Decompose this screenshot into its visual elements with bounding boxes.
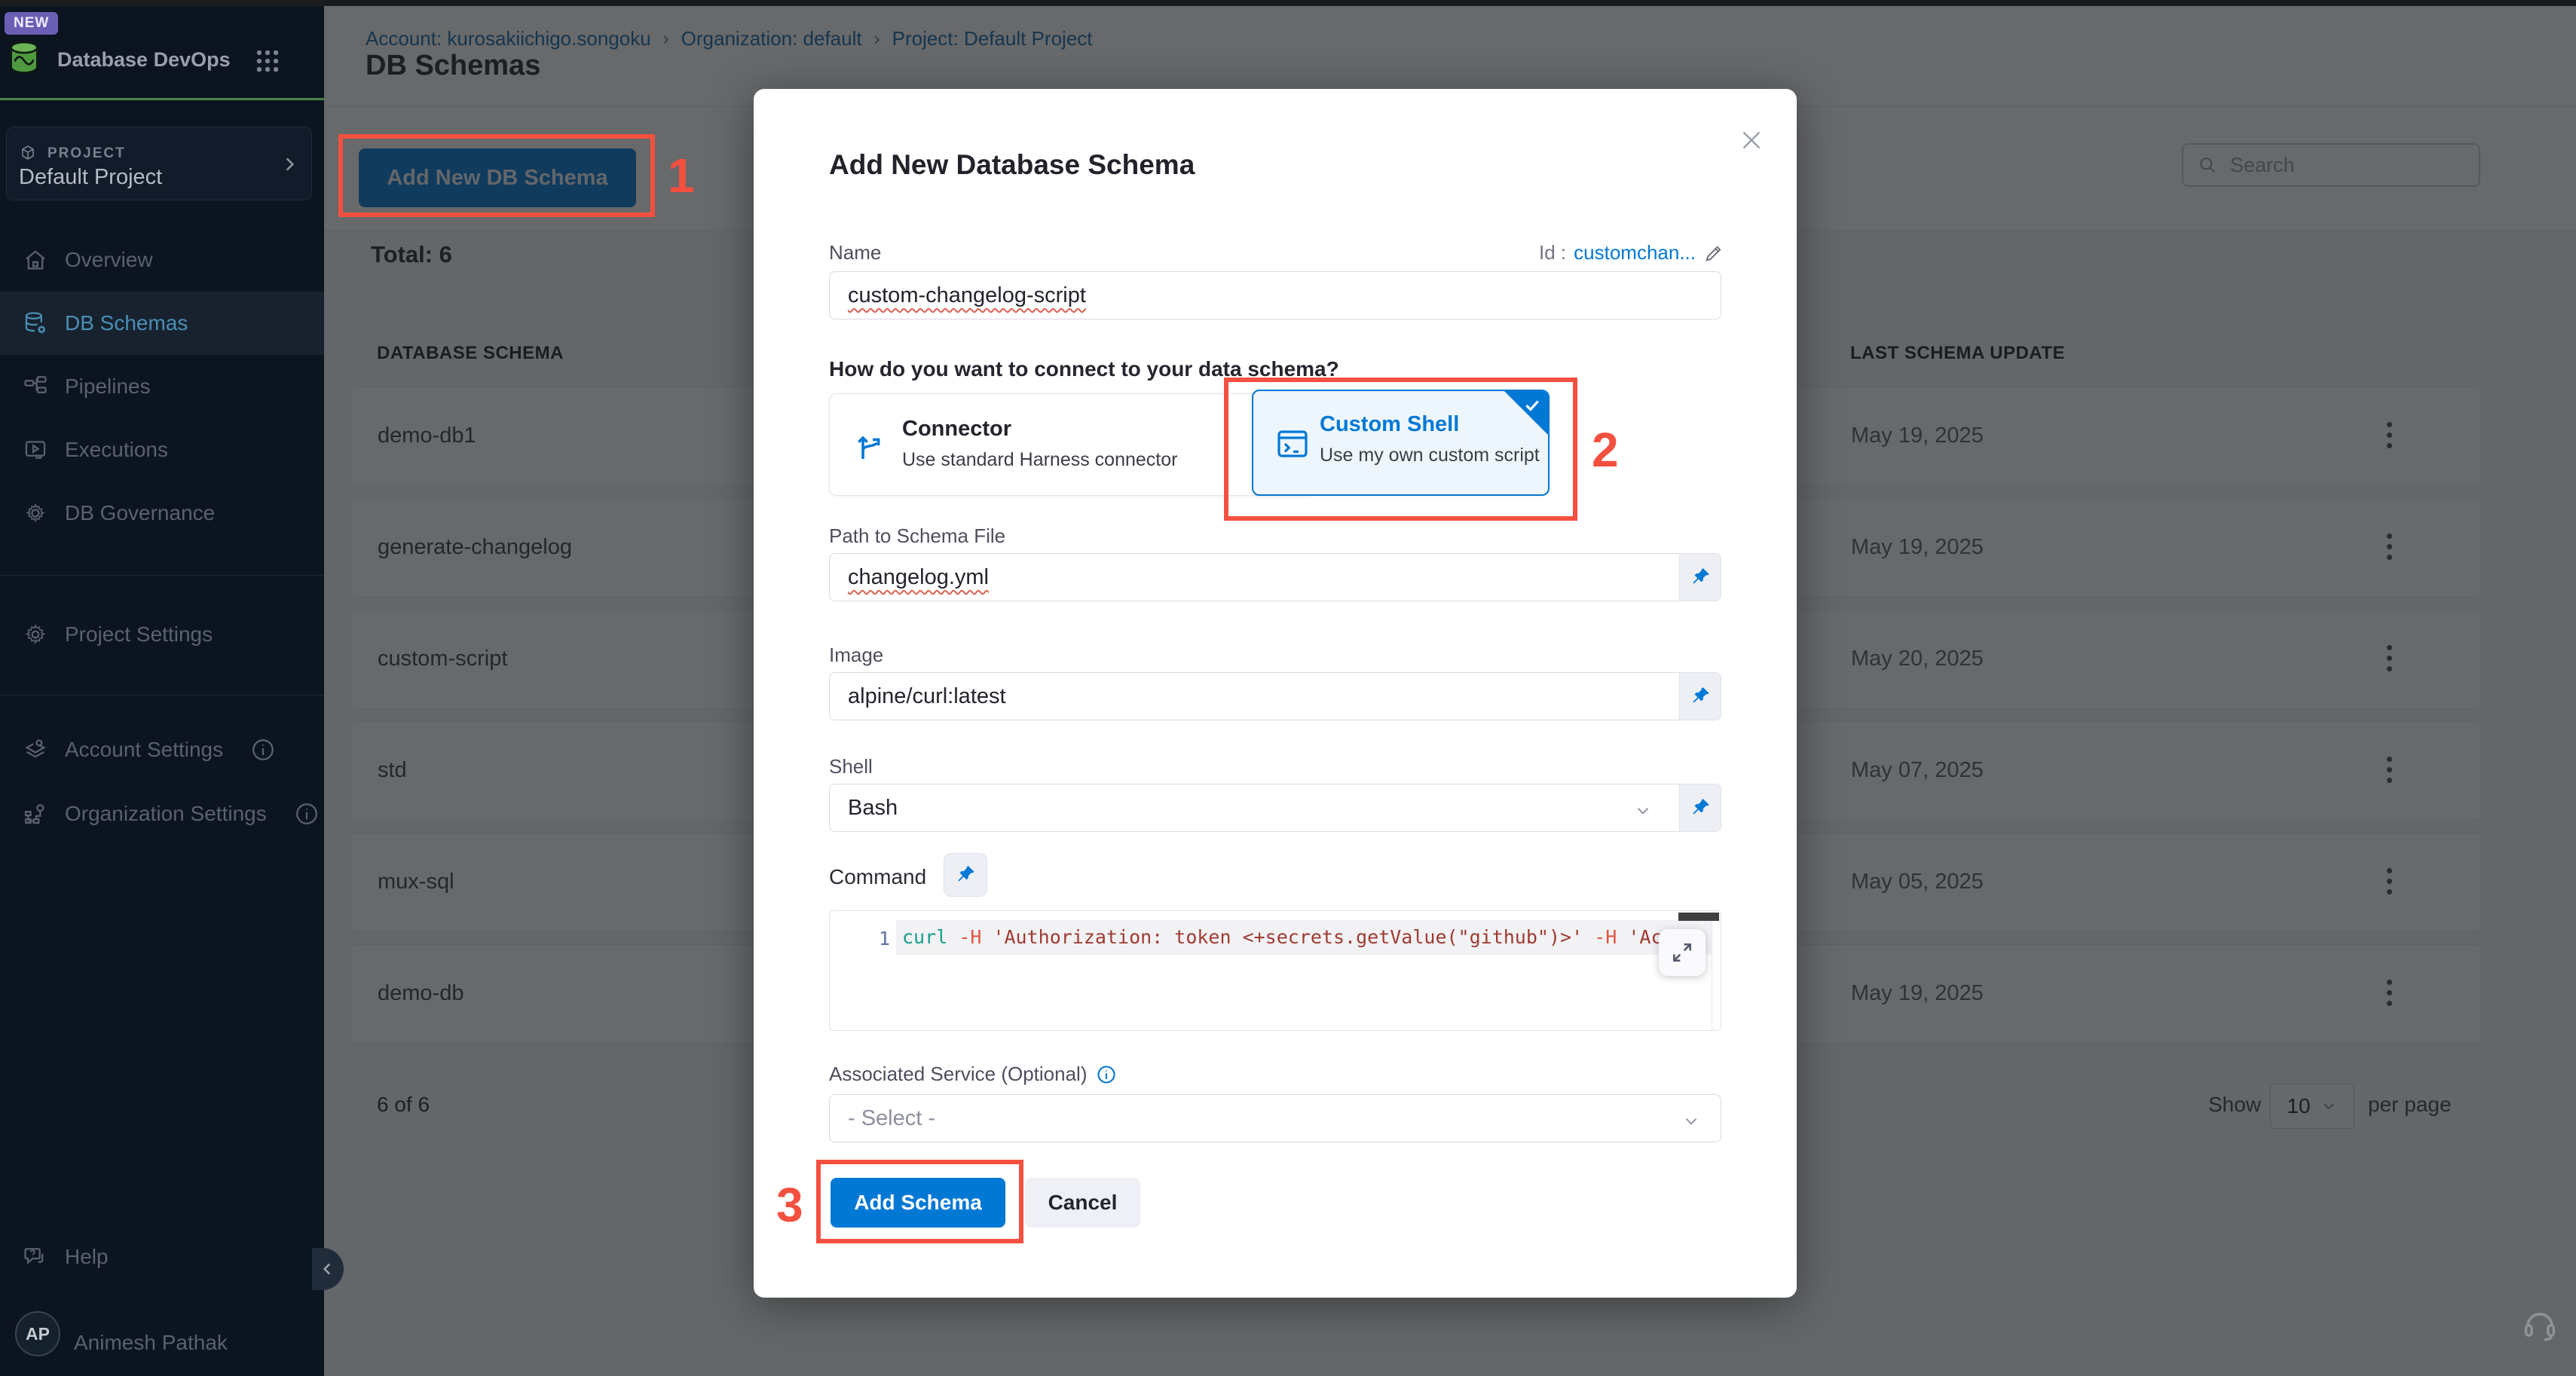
annotation-box-step1 [338, 134, 655, 217]
pushpin-icon [1689, 685, 1712, 708]
layers-gear-icon [23, 737, 48, 763]
sidebar-item-label: DB Governance [65, 501, 215, 525]
new-badge: NEW [5, 12, 58, 35]
add-database-schema-modal: Add New Database Schema Name Id : custom… [754, 89, 1797, 1298]
pushpin-icon [1689, 566, 1712, 589]
edit-pencil-icon[interactable] [1703, 243, 1724, 264]
line-number: 1 [852, 928, 890, 949]
sidebar-item-label: Help [65, 1245, 109, 1269]
pin-runtime-input-button[interactable] [944, 853, 987, 897]
command-text[interactable]: curl -H 'Authorization: token <+secrets.… [902, 926, 1712, 948]
sidebar-divider [0, 575, 324, 576]
associated-service-select[interactable]: - Select - [829, 1094, 1721, 1142]
app-logo-icon [5, 38, 44, 77]
sidebar-item-account-settings[interactable]: Account Settings [0, 718, 324, 781]
executions-icon [23, 437, 48, 463]
id-value[interactable]: customchan... [1574, 241, 1696, 264]
name-label: Name [829, 241, 881, 264]
pushpin-icon [954, 864, 977, 886]
sidebar: NEW Database DevOps PROJE [0, 6, 324, 1376]
sidebar-item-label: Executions [65, 438, 168, 462]
name-value: custom-changelog-script [848, 283, 1086, 308]
path-input[interactable]: changelog.yml [829, 553, 1721, 601]
sidebar-item-label: DB Schemas [65, 311, 188, 335]
connector-title: Connector [902, 417, 1177, 442]
annotation-box-step3 [816, 1160, 1023, 1243]
modal-title: Add New Database Schema [829, 149, 1195, 181]
org-gear-icon [23, 801, 48, 827]
close-icon[interactable] [1733, 122, 1770, 158]
name-input[interactable]: custom-changelog-script [829, 271, 1721, 320]
info-icon [294, 801, 320, 827]
entity-id-row: Id : customchan... [1539, 241, 1724, 264]
sidebar-item-db-governance[interactable]: DB Governance [0, 482, 324, 545]
path-label: Path to Schema File [829, 524, 1005, 548]
expand-icon [1670, 940, 1694, 965]
sidebar-item-label: Pipelines [65, 375, 151, 399]
annotation-number-3: 3 [776, 1177, 803, 1233]
pipelines-icon [23, 374, 48, 399]
sidebar-item-label: Project Settings [65, 622, 213, 647]
path-value: changelog.yml [848, 565, 989, 590]
annotation-number-2: 2 [1592, 422, 1619, 478]
chevron-down-icon [1681, 1112, 1701, 1131]
shell-value: Bash [848, 796, 898, 821]
user-name[interactable]: Animesh Pathak [74, 1331, 228, 1355]
editor-scrollbar[interactable] [1678, 913, 1719, 921]
sidebar-item-overview[interactable]: Overview [0, 228, 324, 292]
sidebar-item-executions[interactable]: Executions [0, 418, 324, 482]
associated-service-row: Associated Service (Optional) [829, 1063, 1117, 1086]
pin-runtime-input-icon[interactable] [1679, 553, 1721, 601]
cube-icon [19, 144, 37, 162]
associated-service-label: Associated Service (Optional) [829, 1063, 1087, 1086]
support-headset-icon[interactable] [2520, 1305, 2559, 1344]
pushpin-icon [1689, 797, 1712, 819]
sidebar-item-label: Overview [65, 248, 153, 272]
command-code-editor[interactable]: 1 curl -H 'Authorization: token <+secret… [829, 910, 1721, 1031]
annotation-box-step2 [1224, 378, 1577, 521]
id-label: Id : [1539, 241, 1566, 264]
screen: NEW Database DevOps PROJE [0, 0, 2576, 1376]
associated-service-value: - Select - [848, 1106, 935, 1131]
image-input[interactable]: alpine/curl:latest [829, 672, 1721, 720]
chevron-down-icon [1633, 801, 1653, 821]
image-label: Image [829, 644, 883, 667]
app-title: Database DevOps [57, 48, 231, 72]
project-label: PROJECT [47, 145, 126, 162]
sidebar-item-label: Account Settings [65, 738, 223, 762]
pin-runtime-input-icon[interactable] [1679, 784, 1721, 832]
shell-label: Shell [829, 755, 873, 778]
help-chat-icon [23, 1244, 48, 1270]
chevron-right-icon [280, 154, 299, 174]
avatar-initials: AP [26, 1324, 50, 1344]
sidebar-item-organization-settings[interactable]: Organization Settings [0, 782, 324, 845]
image-value: alpine/curl:latest [848, 684, 1006, 709]
sidebar-item-help[interactable]: Help [0, 1225, 324, 1289]
cancel-button[interactable]: Cancel [1025, 1178, 1140, 1228]
annotation-number-1: 1 [668, 148, 695, 203]
home-icon [23, 247, 48, 273]
command-label: Command [829, 865, 926, 889]
sidebar-item-db-schemas[interactable]: DB Schemas [0, 292, 324, 355]
connector-subtitle: Use standard Harness connector [902, 449, 1177, 471]
sidebar-item-project-settings[interactable]: Project Settings [0, 603, 324, 666]
chevron-left-icon [318, 1259, 338, 1279]
governance-gear-icon [23, 500, 48, 526]
project-selector[interactable]: PROJECT Default Project [6, 127, 312, 200]
expand-editor-button[interactable] [1659, 929, 1706, 976]
connector-icon [852, 427, 889, 463]
sidebar-item-label: Organization Settings [65, 802, 267, 826]
brand-accent-line [0, 98, 324, 100]
pin-runtime-input-icon[interactable] [1679, 672, 1721, 720]
shell-select[interactable]: Bash [829, 784, 1721, 832]
database-gear-icon [23, 310, 48, 336]
project-name: Default Project [19, 165, 162, 190]
sidebar-divider [0, 695, 324, 696]
info-icon[interactable] [1096, 1064, 1117, 1085]
sidebar-item-pipelines[interactable]: Pipelines [0, 355, 324, 418]
app-grid-icon[interactable] [253, 47, 282, 75]
user-avatar[interactable]: AP [15, 1311, 60, 1356]
info-icon [250, 737, 276, 763]
settings-gear-icon [23, 622, 48, 647]
